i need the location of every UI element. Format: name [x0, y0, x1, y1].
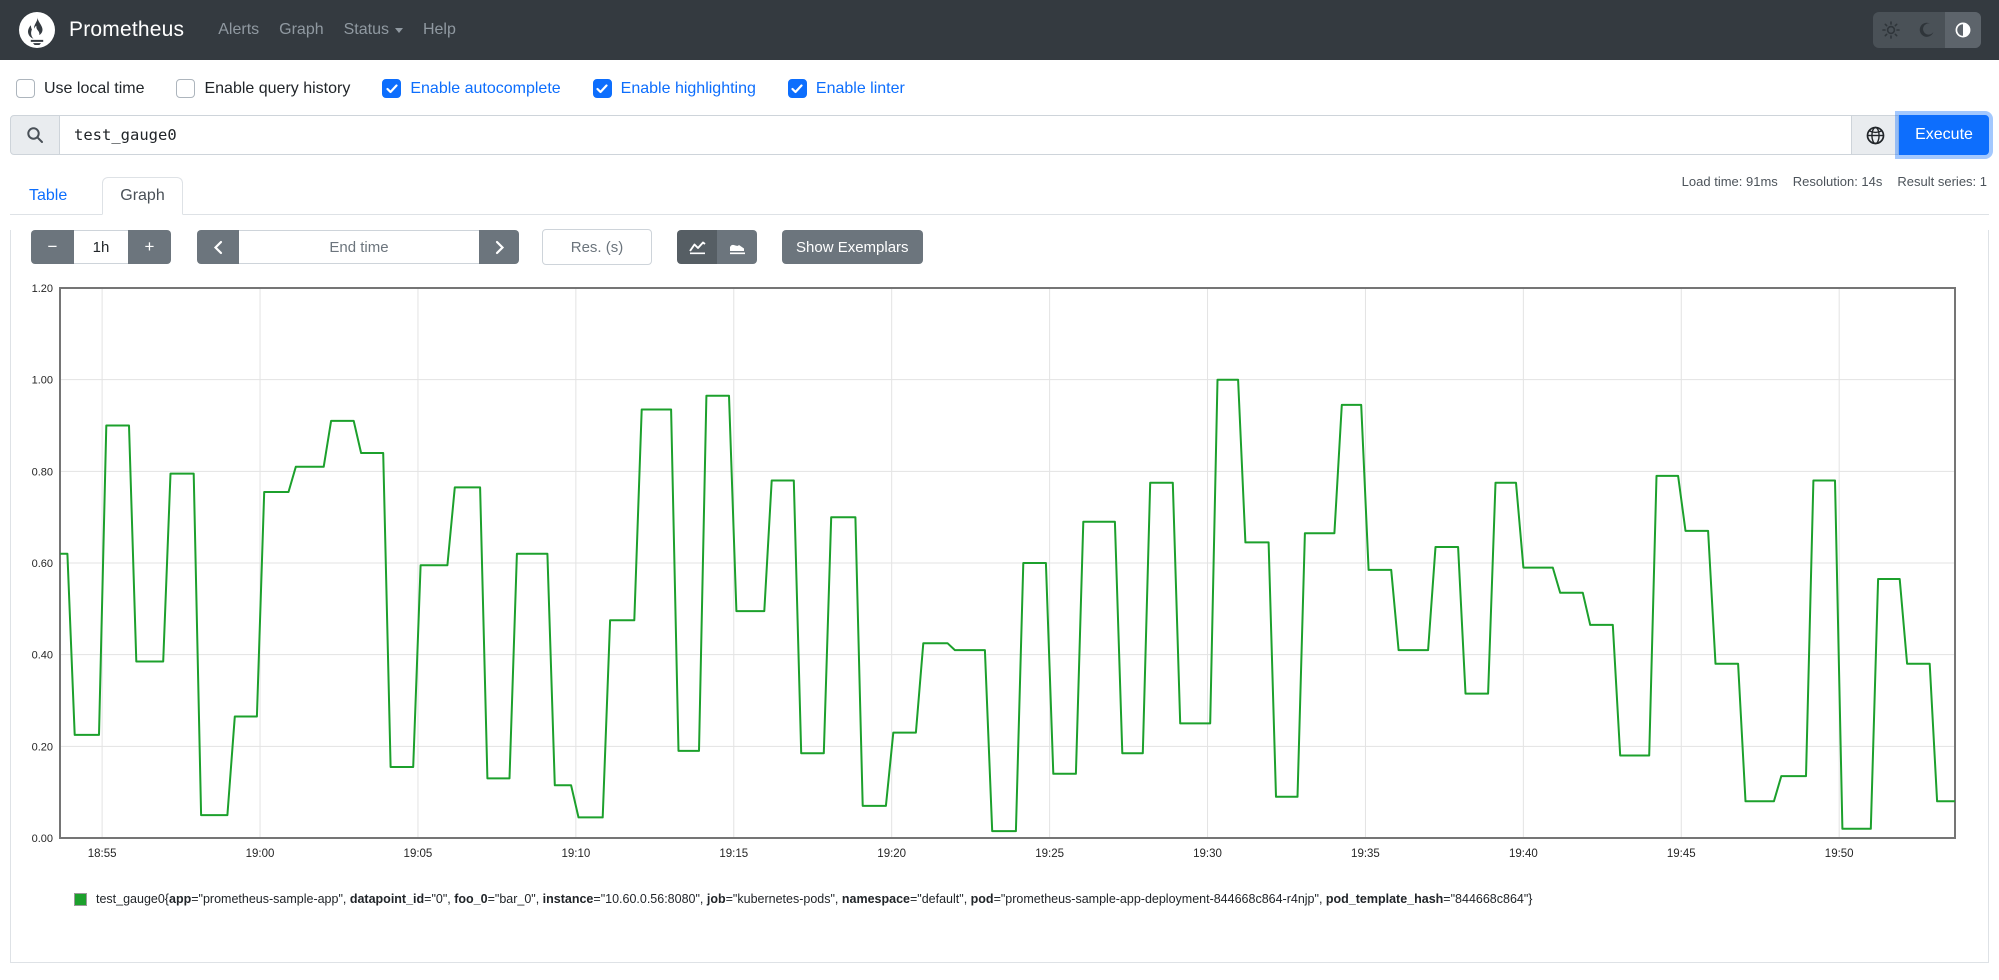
chart-legend[interactable]: test_gauge0{app="prometheus-sample-app",…: [74, 892, 1988, 906]
decrease-range-button[interactable]: −: [31, 230, 74, 264]
svg-text:19:45: 19:45: [1667, 848, 1696, 860]
checkbox-enable-autocomplete[interactable]: Enable autocomplete: [382, 79, 561, 98]
app-title[interactable]: Prometheus: [69, 18, 184, 42]
nav-link-graph[interactable]: Graph: [269, 13, 333, 47]
svg-text:0.80: 0.80: [32, 466, 53, 478]
tab-table[interactable]: Table: [12, 178, 84, 214]
range-input-group: − +: [31, 230, 171, 264]
svg-text:1.00: 1.00: [32, 375, 53, 387]
stacked-chart-button[interactable]: [717, 230, 757, 264]
checkbox-use-local-time[interactable]: Use local time: [16, 79, 144, 98]
svg-text:1.20: 1.20: [32, 283, 53, 295]
graph-controls: − +: [31, 229, 1988, 265]
svg-text:18:55: 18:55: [88, 848, 117, 860]
series-label: test_gauge0{app="prometheus-sample-app",…: [96, 892, 1533, 906]
svg-text:19:10: 19:10: [561, 848, 590, 860]
graph-panel: − +: [10, 229, 1989, 963]
end-time-input[interactable]: [239, 230, 479, 264]
range-input[interactable]: [74, 230, 128, 264]
query-bar: Execute: [10, 115, 1989, 155]
end-time-group: [197, 230, 519, 264]
auto-theme-button[interactable]: [1945, 12, 1981, 48]
svg-text:19:30: 19:30: [1193, 848, 1222, 860]
stat-load-time: Load time: 91ms: [1681, 174, 1778, 189]
tabs-row: Table Graph Load time: 91ms Resolution: 1…: [10, 173, 1989, 215]
options-row: Use local time Enable query history Enab…: [0, 60, 1999, 115]
time-back-button[interactable]: [197, 230, 239, 264]
svg-text:19:40: 19:40: [1509, 848, 1538, 860]
line-chart-icon: [688, 241, 706, 255]
series-swatch-icon: [74, 892, 87, 906]
line-chart-button[interactable]: [677, 230, 717, 264]
navbar: Prometheus Alerts Graph Status Help: [0, 0, 1999, 60]
svg-text:19:05: 19:05: [404, 848, 433, 860]
checkbox-label: Enable query history: [204, 79, 351, 97]
checked-checkbox-icon[interactable]: [382, 79, 402, 98]
stat-result-series: Result series: 1: [1897, 174, 1987, 189]
checkbox-label: Enable autocomplete: [410, 79, 561, 97]
theme-toggle-group: [1873, 12, 1981, 48]
chart-type-toggle: [677, 230, 757, 264]
svg-text:19:35: 19:35: [1351, 848, 1380, 860]
checked-checkbox-icon[interactable]: [787, 79, 807, 98]
nav-link-help[interactable]: Help: [413, 13, 466, 47]
time-forward-button[interactable]: [479, 230, 519, 264]
chevron-down-icon: [394, 27, 403, 33]
show-exemplars-button[interactable]: Show Exemplars: [782, 230, 923, 264]
svg-text:0.40: 0.40: [32, 650, 53, 662]
svg-text:0.00: 0.00: [32, 833, 53, 845]
svg-text:19:50: 19:50: [1825, 848, 1854, 860]
checkbox-label: Enable linter: [815, 79, 905, 97]
nav-link-alerts[interactable]: Alerts: [208, 13, 269, 47]
svg-text:19:20: 19:20: [877, 848, 906, 860]
checkbox-label: Enable highlighting: [620, 79, 756, 97]
chevron-left-icon: [213, 240, 222, 254]
checkbox-enable-highlighting[interactable]: Enable highlighting: [592, 79, 756, 98]
svg-text:0.60: 0.60: [32, 558, 53, 570]
checked-checkbox-icon[interactable]: [592, 79, 612, 98]
increase-range-button[interactable]: +: [128, 230, 171, 264]
auto-contrast-icon: [1955, 22, 1971, 38]
metrics-explorer-button[interactable]: [1851, 115, 1899, 155]
unchecked-checkbox-icon[interactable]: [176, 79, 196, 98]
checkbox-enable-linter[interactable]: Enable linter: [787, 79, 905, 98]
stat-resolution: Resolution: 14s: [1792, 174, 1883, 189]
light-theme-button[interactable]: [1873, 12, 1909, 48]
query-input[interactable]: [60, 115, 1851, 155]
moon-icon: [1919, 22, 1934, 37]
svg-text:19:15: 19:15: [719, 848, 748, 860]
search-icon-box: [10, 115, 60, 155]
execute-button[interactable]: Execute: [1899, 115, 1989, 155]
checkbox-label: Use local time: [44, 79, 145, 97]
metric-chart[interactable]: 0.00 0.20 0.40 0.60 0.80 1.00 1.20 18:55 19:00 19…: [11, 279, 1989, 879]
checkbox-enable-query-history[interactable]: Enable query history: [176, 79, 350, 98]
unchecked-checkbox-icon[interactable]: [16, 79, 35, 98]
search-icon: [27, 127, 43, 143]
dark-theme-button[interactable]: [1909, 12, 1945, 48]
sun-icon: [1882, 21, 1900, 39]
prometheus-logo-icon[interactable]: [18, 11, 56, 49]
globe-icon: [1866, 126, 1884, 144]
svg-text:19:00: 19:00: [246, 848, 275, 860]
query-stats: Load time: 91ms Resolution: 14s Result ser…: [1667, 174, 1987, 189]
nav-links: Alerts Graph Status Help: [208, 13, 466, 47]
svg-text:19:25: 19:25: [1035, 848, 1064, 860]
stacked-chart-icon: [729, 244, 745, 255]
chevron-right-icon: [495, 240, 504, 254]
tab-graph[interactable]: Graph: [102, 177, 183, 215]
svg-text:0.20: 0.20: [32, 741, 53, 753]
resolution-input[interactable]: [542, 229, 652, 265]
nav-link-status[interactable]: Status: [334, 13, 413, 47]
